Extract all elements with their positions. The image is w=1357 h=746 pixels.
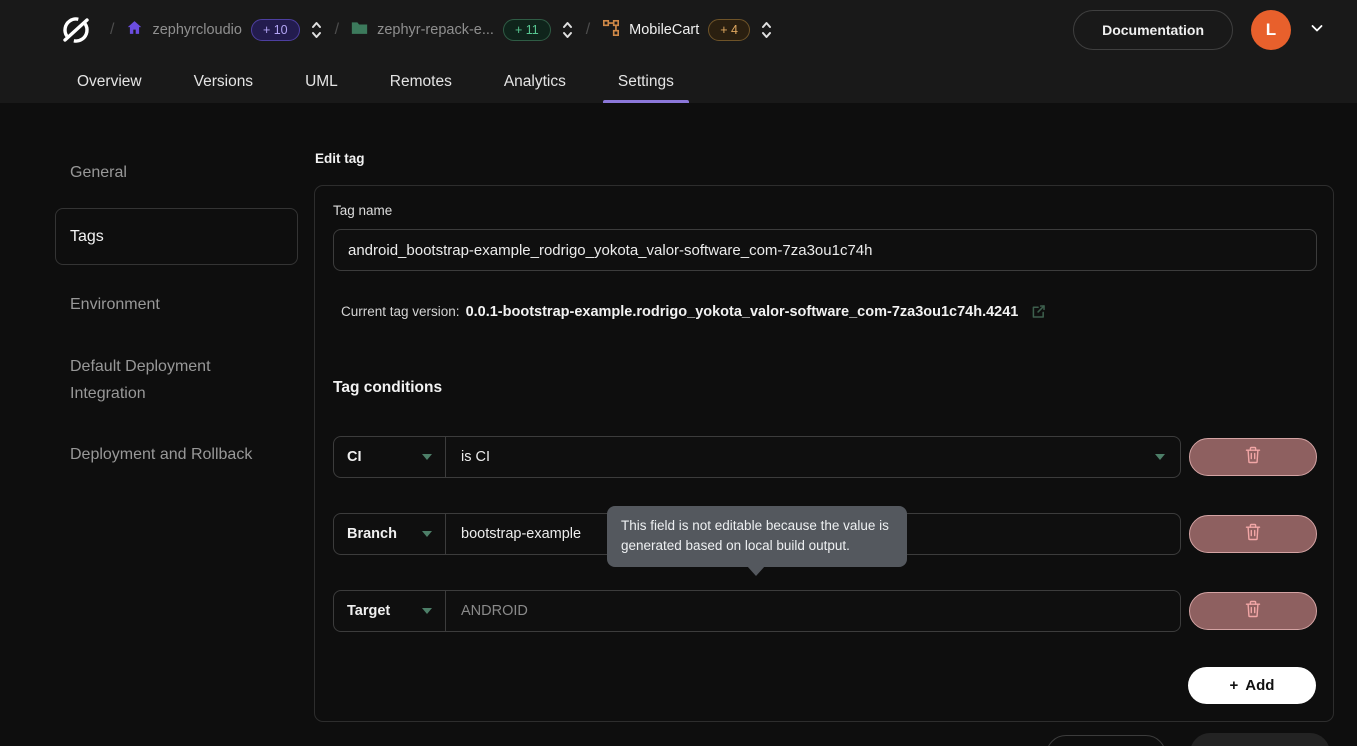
breadcrumb-app[interactable]: MobileCart + 4: [602, 19, 750, 42]
delete-condition-button[interactable]: [1189, 438, 1317, 476]
breadcrumb-repo[interactable]: zephyr-repack-e... + 11: [351, 19, 551, 41]
sidebar-item-general[interactable]: General: [55, 147, 298, 198]
settings-sidebar: General Tags Environment Default Deploym…: [0, 103, 314, 490]
org-count-badge: + 10: [251, 19, 300, 41]
chevron-down-icon: [422, 531, 432, 537]
header-top-row: / zephyrcloudio + 10 / zephyr-repack-e..…: [0, 0, 1357, 60]
folder-icon: [351, 20, 368, 40]
org-switcher-icon[interactable]: [310, 19, 323, 41]
sidebar-item-tags[interactable]: Tags: [55, 208, 298, 265]
chevron-down-icon: [1155, 454, 1165, 460]
condition-key-select-ci[interactable]: CI: [334, 437, 446, 477]
app-name: MobileCart: [629, 22, 699, 38]
trash-icon: [1245, 600, 1261, 623]
documentation-button[interactable]: Documentation: [1073, 10, 1233, 50]
external-link-icon[interactable]: [1030, 303, 1047, 320]
repo-count-badge: + 11: [503, 19, 551, 41]
tab-remotes[interactable]: Remotes: [375, 60, 467, 103]
home-icon: [126, 19, 143, 41]
condition-key-label: Branch: [347, 526, 397, 542]
tab-analytics[interactable]: Analytics: [489, 60, 581, 103]
breadcrumb-separator: /: [335, 21, 339, 39]
repo-switcher-icon[interactable]: [561, 19, 574, 41]
breadcrumb-org[interactable]: zephyrcloudio + 10: [126, 19, 299, 41]
nav-tabs: Overview Versions UML Remotes Analytics …: [0, 60, 1357, 103]
app-window: / zephyrcloudio + 10 / zephyr-repack-e..…: [0, 0, 1357, 746]
tab-uml[interactable]: UML: [290, 60, 353, 103]
condition-key-label: Target: [347, 603, 390, 619]
edit-tag-card: Tag name Current tag version: 0.0.1-boot…: [314, 185, 1334, 722]
chevron-down-icon: [422, 608, 432, 614]
condition-value-select-ci[interactable]: is CI: [446, 437, 1180, 477]
condition-value-label: ANDROID: [461, 603, 528, 619]
condition-row: Target ANDROID: [333, 590, 1317, 632]
condition-value-label: bootstrap-example: [461, 526, 581, 542]
add-condition-button[interactable]: + Add: [1188, 667, 1316, 704]
app-count-badge: + 4: [708, 19, 750, 41]
current-version-line: Current tag version: 0.0.1-bootstrap-exa…: [341, 303, 1047, 320]
plus-icon: +: [1230, 677, 1239, 694]
chevron-down-icon: [422, 454, 432, 460]
org-name: zephyrcloudio: [152, 22, 241, 38]
condition-row: CI is CI: [333, 436, 1317, 478]
condition-key-select-branch[interactable]: Branch: [334, 514, 446, 554]
tab-versions[interactable]: Versions: [179, 60, 268, 103]
repo-name: zephyr-repack-e...: [377, 22, 494, 38]
sitemap-icon: [602, 19, 620, 42]
current-version-value: 0.0.1-bootstrap-example.rodrigo_yokota_v…: [466, 304, 1019, 320]
trash-icon: [1245, 523, 1261, 546]
condition-key-select-target[interactable]: Target: [334, 591, 446, 631]
sidebar-item-deployment-and-rollback[interactable]: Deployment and Rollback: [55, 429, 298, 480]
current-version-label: Current tag version:: [341, 304, 460, 319]
tab-settings[interactable]: Settings: [603, 60, 689, 103]
tooltip: This field is not editable because the v…: [607, 506, 907, 567]
save-button-partial[interactable]: [1190, 733, 1330, 746]
add-button-label: Add: [1245, 677, 1274, 694]
app-switcher-icon[interactable]: [760, 19, 773, 41]
tab-overview[interactable]: Overview: [62, 60, 157, 103]
page-title: Edit tag: [315, 151, 365, 166]
sidebar-item-environment[interactable]: Environment: [55, 279, 298, 330]
tag-name-label: Tag name: [333, 203, 392, 218]
tag-name-input[interactable]: [333, 229, 1317, 271]
tag-conditions-heading: Tag conditions: [333, 379, 442, 397]
condition-group-ci: CI is CI: [333, 436, 1181, 478]
sidebar-item-default-deployment-integration[interactable]: Default Deployment Integration: [55, 341, 298, 419]
condition-group-target: Target ANDROID: [333, 590, 1181, 632]
zephyr-logo-icon[interactable]: [58, 12, 98, 48]
avatar[interactable]: L: [1251, 10, 1291, 50]
delete-condition-button[interactable]: [1189, 592, 1317, 630]
breadcrumb-separator: /: [586, 21, 590, 39]
breadcrumb-separator: /: [110, 21, 114, 39]
condition-key-label: CI: [347, 449, 362, 465]
delete-condition-button[interactable]: [1189, 515, 1317, 553]
condition-value-label: is CI: [461, 449, 490, 465]
account-menu-chevron-icon[interactable]: [1309, 20, 1325, 41]
condition-value-field-target-disabled: ANDROID: [446, 591, 1180, 631]
trash-icon: [1245, 446, 1261, 469]
header: / zephyrcloudio + 10 / zephyr-repack-e..…: [0, 0, 1357, 103]
header-right: Documentation L: [1073, 10, 1325, 50]
cancel-button-partial[interactable]: [1046, 735, 1166, 746]
